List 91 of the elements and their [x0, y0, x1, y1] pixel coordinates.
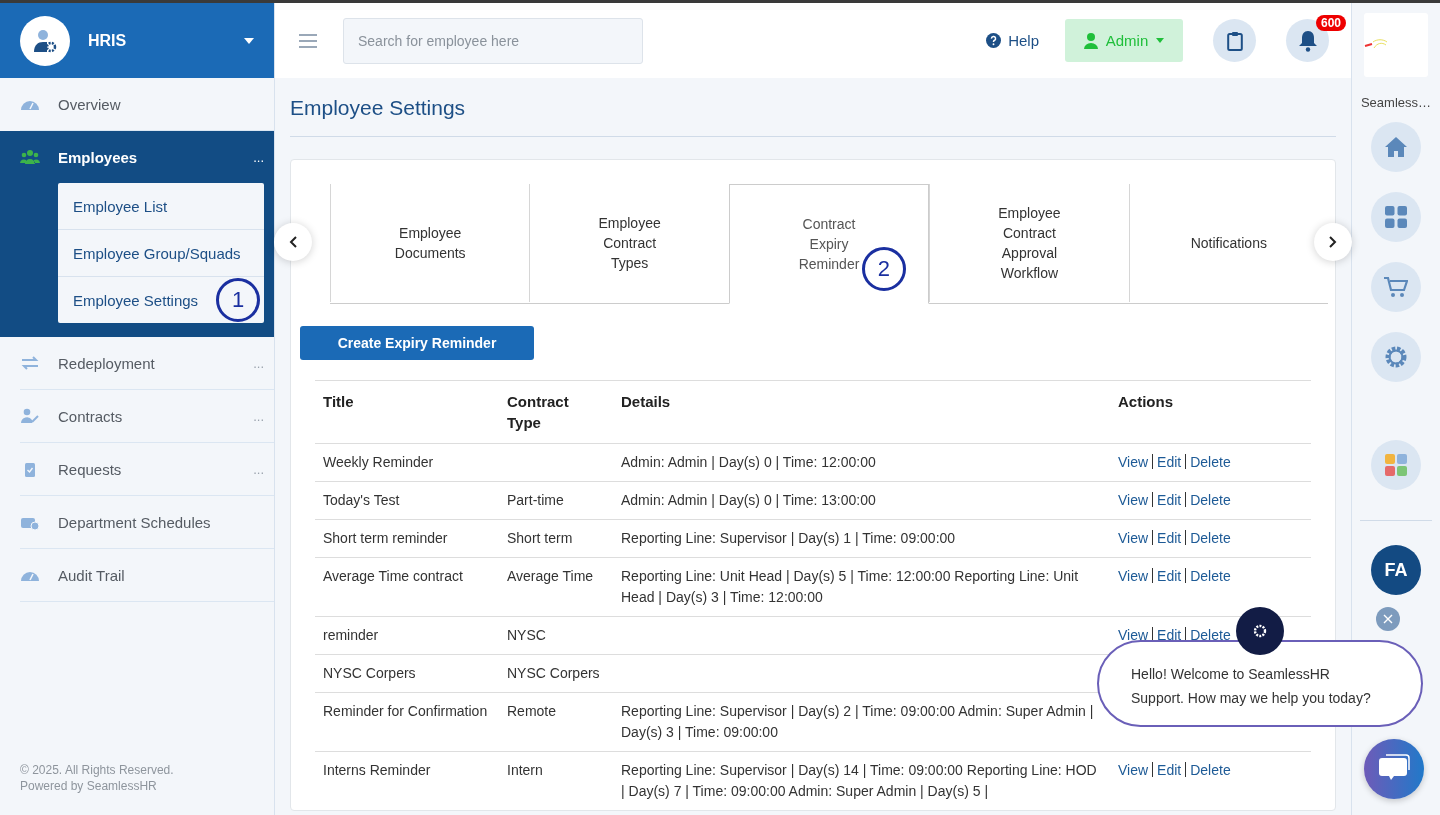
- table-cell: Interns Reminder: [323, 762, 431, 778]
- sidebar-item[interactable]: Employees ...: [20, 131, 274, 183]
- notification-count: 600: [1315, 15, 1346, 31]
- action-link[interactable]: View: [1118, 568, 1149, 584]
- next-arrow-button[interactable]: [1314, 223, 1352, 261]
- help-icon: [986, 33, 1002, 48]
- chat-icon[interactable]: [1364, 739, 1424, 799]
- action-link[interactable]: Delete: [1190, 454, 1231, 470]
- table-cell: Weekly Reminder: [323, 454, 434, 470]
- user-pen-icon: [20, 408, 40, 424]
- sidebar-item[interactable]: Requests ...: [20, 443, 274, 496]
- column-header: Actions: [1118, 393, 1173, 410]
- close-icon[interactable]: [1376, 607, 1400, 631]
- table-cell: Reporting Line: Supervisor | Day(s) 14 | Time: 09:00:00 Reporting Line: HOD | Day(s) 7 | Time: 09:00:00 Admin: Super Admin | Day(s) 5 |: [621, 762, 1097, 799]
- caret-icon: [1156, 38, 1165, 43]
- table-cell: NYSC Corpers: [323, 665, 416, 681]
- tab[interactable]: Employee Contract Types: [529, 184, 729, 302]
- submenu-item[interactable]: Employee Settings 1: [58, 277, 264, 323]
- action-link[interactable]: Edit: [1157, 762, 1182, 778]
- grid-icon[interactable]: [1371, 192, 1421, 242]
- arrows-icon: [20, 355, 40, 371]
- column-header: Contract Type: [507, 393, 569, 431]
- previous-arrow-button[interactable]: [274, 223, 312, 261]
- table-cell: Admin: Admin | Day(s) 0 | Time: 13:00:00: [621, 492, 876, 508]
- action-link[interactable]: Delete: [1190, 568, 1231, 584]
- footer-text: © 2025. All Rights Reserved.: [20, 763, 175, 777]
- column-header: Title: [323, 393, 354, 410]
- table-cell: Average Time contract: [323, 568, 463, 584]
- action-link[interactable]: Edit: [1157, 627, 1182, 643]
- table-cell: Admin: Admin | Day(s) 0 | Time: 12:00:00: [621, 454, 876, 470]
- sidebar-item[interactable]: Department Schedules: [20, 496, 274, 549]
- submenu-item[interactable]: Employee Group/Squads: [58, 230, 264, 277]
- action-link[interactable]: Edit: [1157, 568, 1182, 584]
- table-cell: Today's Test: [323, 492, 400, 508]
- table-cell: NYSC Corpers: [507, 665, 600, 681]
- user-gear-icon: [20, 15, 70, 66]
- table-cell: NYSC: [507, 627, 546, 643]
- action-link[interactable]: View: [1118, 762, 1149, 778]
- help-link[interactable]: Help: [986, 32, 1039, 49]
- action-link[interactable]: View: [1118, 530, 1149, 546]
- user-avatar[interactable]: FA: [1371, 545, 1421, 595]
- table-cell: Short term: [507, 530, 573, 546]
- action-link[interactable]: View: [1118, 627, 1149, 643]
- action-link[interactable]: View: [1118, 492, 1149, 508]
- table-cell: Reporting Line: Supervisor | Day(s) 2 | Time: 09:00:00 Admin: Super Admin | Day(s) 3 | Time: 09:00:00: [621, 703, 1094, 740]
- home-icon[interactable]: [1371, 122, 1421, 172]
- action-link[interactable]: Edit: [1157, 454, 1182, 470]
- action-link[interactable]: Delete: [1190, 762, 1231, 778]
- tab[interactable]: Employee Documents: [330, 184, 530, 302]
- settings-icon[interactable]: [1371, 332, 1421, 382]
- brand-header[interactable]: HRIS: [0, 3, 274, 78]
- chevron-right-icon: [1329, 236, 1337, 248]
- sidebar-item[interactable]: Audit Trail: [20, 549, 274, 602]
- table-cell: Reminder for Confirmation: [323, 703, 488, 719]
- sidebar-item[interactable]: Redeployment ...: [20, 337, 274, 390]
- cart-icon[interactable]: [1371, 262, 1421, 312]
- apps-icon[interactable]: [1371, 440, 1421, 490]
- table-cell: reminder: [323, 627, 379, 643]
- table-cell: Short term reminder: [323, 530, 448, 546]
- action-link[interactable]: Delete: [1190, 530, 1231, 546]
- app-name: HRIS: [88, 31, 128, 50]
- tab[interactable]: Contract Expiry Reminder 2: [728, 184, 930, 304]
- table-cell: Part-time: [507, 492, 564, 508]
- users-icon: [20, 149, 40, 165]
- column-header: Details: [621, 393, 671, 410]
- action-link[interactable]: Edit: [1157, 492, 1182, 508]
- table-cell: Remote: [507, 703, 557, 719]
- action-link[interactable]: Delete: [1190, 492, 1231, 508]
- brand-name: Seamless…: [1360, 95, 1432, 110]
- step-marker: 2: [861, 247, 906, 291]
- caret-icon: [244, 37, 254, 44]
- footer-text: Powered by SeamlessHR: [20, 779, 158, 793]
- action-link[interactable]: Edit: [1157, 530, 1182, 546]
- menu-icon[interactable]: [299, 33, 317, 48]
- submenu-item[interactable]: Employee List: [58, 183, 264, 230]
- chat-message: Hello! Welcome to SeamlessHR Support. How may we help you today?: [1097, 640, 1423, 727]
- chevron-left-icon: [289, 236, 297, 248]
- create-button[interactable]: Create Expiry Reminder: [300, 326, 534, 360]
- clipboard-icon[interactable]: [1213, 19, 1256, 62]
- action-link[interactable]: View: [1118, 454, 1149, 470]
- table-cell: Average Time: [507, 568, 594, 584]
- action-link[interactable]: Delete: [1190, 627, 1231, 643]
- tab[interactable]: Employee Contract Approval Workflow: [929, 184, 1129, 302]
- search-field[interactable]: Search for employee here: [343, 17, 643, 64]
- page-title: Employee Settings: [290, 96, 1336, 137]
- step-marker: 1: [216, 278, 260, 322]
- table-cell: Reporting Line: Unit Head | Day(s) 5 | Time: 12:00:00 Reporting Line: Unit Head | Day(s) 3 | Time: 12:00:00: [621, 568, 1079, 605]
- sidebar-item[interactable]: Contracts ...: [20, 390, 274, 443]
- user-icon: [1083, 32, 1098, 49]
- table-cell: Intern: [507, 762, 543, 778]
- table-cell: Reporting Line: Supervisor | Day(s) 1 | Time: 09:00:00: [621, 530, 956, 546]
